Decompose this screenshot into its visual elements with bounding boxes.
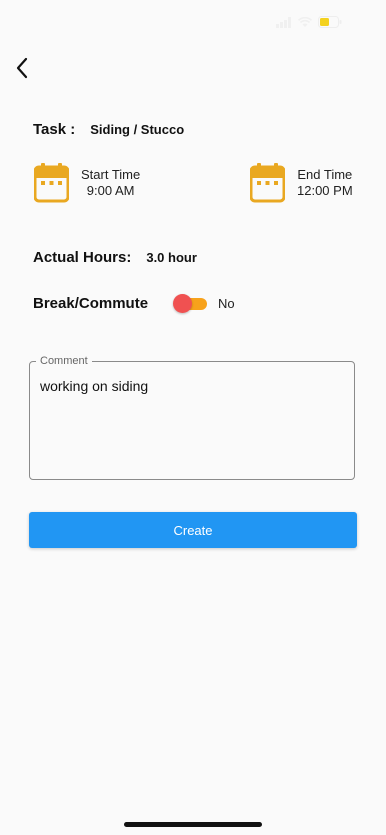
wifi-icon xyxy=(298,16,312,27)
comment-label: Comment xyxy=(36,355,92,368)
back-button[interactable] xyxy=(10,54,34,82)
status-icons xyxy=(276,16,342,28)
end-time-value: 12:00 PM xyxy=(297,183,353,198)
task-value: Siding / Stucco xyxy=(90,122,185,137)
actual-hours-value: 3.0 hour xyxy=(146,250,197,265)
create-button[interactable]: Create xyxy=(29,512,357,548)
status-time: 10:37 xyxy=(47,13,88,30)
signal-icon xyxy=(276,16,291,28)
start-time-text: Start Time 9:00 AM xyxy=(81,167,140,199)
home-indicator xyxy=(124,822,262,827)
chevron-left-icon xyxy=(16,57,28,79)
actual-hours-label: Actual Hours: xyxy=(33,249,132,266)
actual-hours-row: Actual Hours: 3.0 hour xyxy=(33,249,197,266)
task-row: Task : Siding / Stucco xyxy=(33,121,184,138)
battery-icon xyxy=(318,16,342,28)
end-time-title: End Time xyxy=(297,167,353,182)
toggle-thumb xyxy=(173,294,192,313)
break-commute-label: Break/Commute xyxy=(33,294,149,312)
comment-text[interactable]: working on siding xyxy=(40,378,148,394)
start-time-title: Start Time xyxy=(81,167,141,182)
break-commute-row: Break/Commute No xyxy=(33,292,235,314)
end-time-picker[interactable]: End Time 12:00 PM xyxy=(250,163,353,203)
comment-field[interactable]: Comment working on siding xyxy=(29,355,355,480)
calendar-icon xyxy=(250,163,285,203)
break-commute-toggle[interactable] xyxy=(173,293,207,313)
task-label: Task : xyxy=(33,121,76,138)
break-commute-state: No xyxy=(218,295,235,311)
start-time-value: 9:00 AM xyxy=(86,183,135,198)
end-time-text: End Time 12:00 PM xyxy=(297,167,353,199)
start-time-picker[interactable]: Start Time 9:00 AM xyxy=(34,163,140,203)
status-bar: 10:37 xyxy=(0,0,386,44)
calendar-icon xyxy=(34,163,69,203)
